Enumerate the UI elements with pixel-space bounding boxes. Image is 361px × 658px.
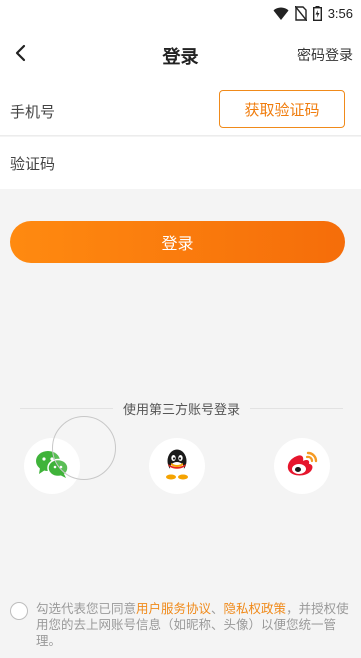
weibo-login-button[interactable] — [274, 438, 330, 494]
privacy-policy-link[interactable]: 隐私权政策 — [224, 601, 287, 616]
nav-bar: 登录 密码登录 — [0, 26, 361, 86]
agreement-separator: 、 — [211, 601, 224, 616]
back-button[interactable] — [8, 42, 34, 68]
phone-label: 手机号 — [10, 103, 56, 121]
battery-charging-icon — [312, 5, 322, 21]
agreement-checkbox[interactable] — [10, 602, 28, 620]
password-login-link[interactable]: 密码登录 — [297, 45, 353, 65]
divider-line-right — [250, 407, 344, 409]
code-label: 验证码 — [10, 155, 56, 173]
no-sim-icon — [294, 5, 307, 21]
wifi-icon — [273, 7, 289, 20]
qq-login-button[interactable] — [149, 438, 205, 494]
code-row: 验证码 — [0, 137, 361, 189]
status-bar: 3:56 — [0, 0, 361, 26]
wechat-login-button[interactable] — [24, 438, 80, 494]
agreement-text: 勾选代表您已同意用户服务协议、隐私权政策，并授权使用您的去上网账号信息（如昵称、… — [36, 601, 355, 649]
user-agreement-link[interactable]: 用户服务协议 — [136, 601, 211, 616]
divider-line-left — [20, 407, 113, 409]
code-input[interactable] — [78, 147, 345, 177]
chevron-left-icon — [14, 44, 28, 66]
agreement: 勾选代表您已同意用户服务协议、隐私权政策，并授权使用您的去上网账号信息（如昵称、… — [10, 601, 355, 649]
third-party-title: 使用第三方账号登录 — [123, 402, 241, 418]
wechat-icon — [35, 449, 69, 483]
phone-input[interactable] — [78, 96, 231, 126]
agreement-prefix: 勾选代表您已同意 — [36, 601, 137, 616]
login-button[interactable]: 登录 — [10, 221, 345, 263]
qq-icon — [163, 448, 191, 484]
weibo-icon — [285, 450, 319, 482]
status-time: 3:56 — [327, 5, 353, 21]
phone-row: 手机号 获取验证码 — [0, 86, 361, 136]
third-party-divider: 使用第三方账号登录 — [20, 399, 344, 418]
get-code-button[interactable]: 获取验证码 — [219, 90, 345, 128]
